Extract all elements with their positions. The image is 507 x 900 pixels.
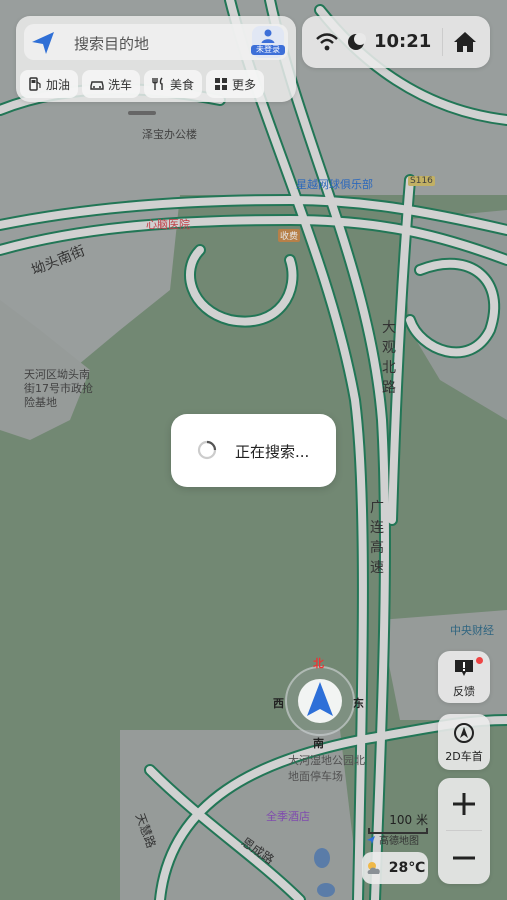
compass-south: 南 <box>313 737 324 750</box>
status-bar: 10:21 <box>302 16 490 68</box>
amap-logo-icon <box>367 835 375 844</box>
minus-icon <box>453 856 475 860</box>
food-icon <box>152 77 163 90</box>
divider <box>446 830 482 831</box>
category-food[interactable]: 美食 <box>144 70 203 98</box>
search-input[interactable]: 搜索目的地 <box>74 33 149 54</box>
category-label: 美食 <box>170 77 195 92</box>
notification-dot <box>476 657 483 664</box>
clock-time: 10:21 <box>374 31 432 52</box>
category-label: 更多 <box>232 77 257 92</box>
brand-logo: 高德地图 <box>366 832 419 847</box>
spinner-icon <box>197 440 217 460</box>
partly-cloudy-icon <box>367 862 380 874</box>
home-icon[interactable] <box>452 30 478 54</box>
plus-icon <box>453 793 475 815</box>
category-label: 加油 <box>46 77 71 92</box>
fuel-icon <box>29 77 41 91</box>
feedback-label: 反馈 <box>453 685 475 698</box>
zoom-out-button[interactable] <box>438 832 490 884</box>
searching-dialog: 正在搜索... <box>171 414 336 487</box>
car-heading-button[interactable]: 2D车首 <box>438 714 490 770</box>
user-icon <box>261 29 275 43</box>
car-wash-icon <box>90 81 104 90</box>
compass-north: 北 <box>313 657 324 670</box>
map-scale: 100 米 <box>368 811 428 834</box>
category-more[interactable]: 更多 <box>206 70 265 98</box>
user-avatar-button[interactable]: 未登录 <box>251 26 285 58</box>
compass-east: 东 <box>353 697 364 710</box>
scale-value: 100 米 <box>389 813 428 827</box>
category-fuel[interactable]: 加油 <box>20 70 79 98</box>
night-mode-icon <box>348 33 366 50</box>
category-car-wash[interactable]: 洗车 <box>82 70 141 98</box>
more-grid-icon <box>215 78 228 90</box>
divider <box>442 28 443 56</box>
navigation-arrow-icon <box>32 32 54 54</box>
car-heading-label: 2D车首 <box>445 750 483 763</box>
zoom-in-button[interactable] <box>438 778 490 830</box>
feedback-icon <box>455 660 473 676</box>
weather-widget[interactable]: 28℃ <box>362 852 428 884</box>
wifi-icon <box>316 33 338 51</box>
feedback-button[interactable]: 反馈 <box>438 651 490 703</box>
compass[interactable] <box>283 664 357 738</box>
brand-name: 高德地图 <box>379 836 419 847</box>
search-bar[interactable]: 搜索目的地 未登录 <box>24 24 288 60</box>
category-label: 洗车 <box>108 77 133 92</box>
heading-compass-icon <box>454 723 474 743</box>
temperature: 28℃ <box>388 860 426 876</box>
category-shortcuts: 加油 洗车 美食 更多 <box>20 70 265 98</box>
zoom-control <box>438 778 490 884</box>
login-badge: 未登录 <box>251 45 285 55</box>
drag-handle[interactable] <box>128 111 156 115</box>
search-card: 搜索目的地 未登录 加油 洗车 美食 更多 <box>16 16 296 102</box>
loading-text: 正在搜索... <box>235 443 310 461</box>
compass-west: 西 <box>273 697 284 710</box>
